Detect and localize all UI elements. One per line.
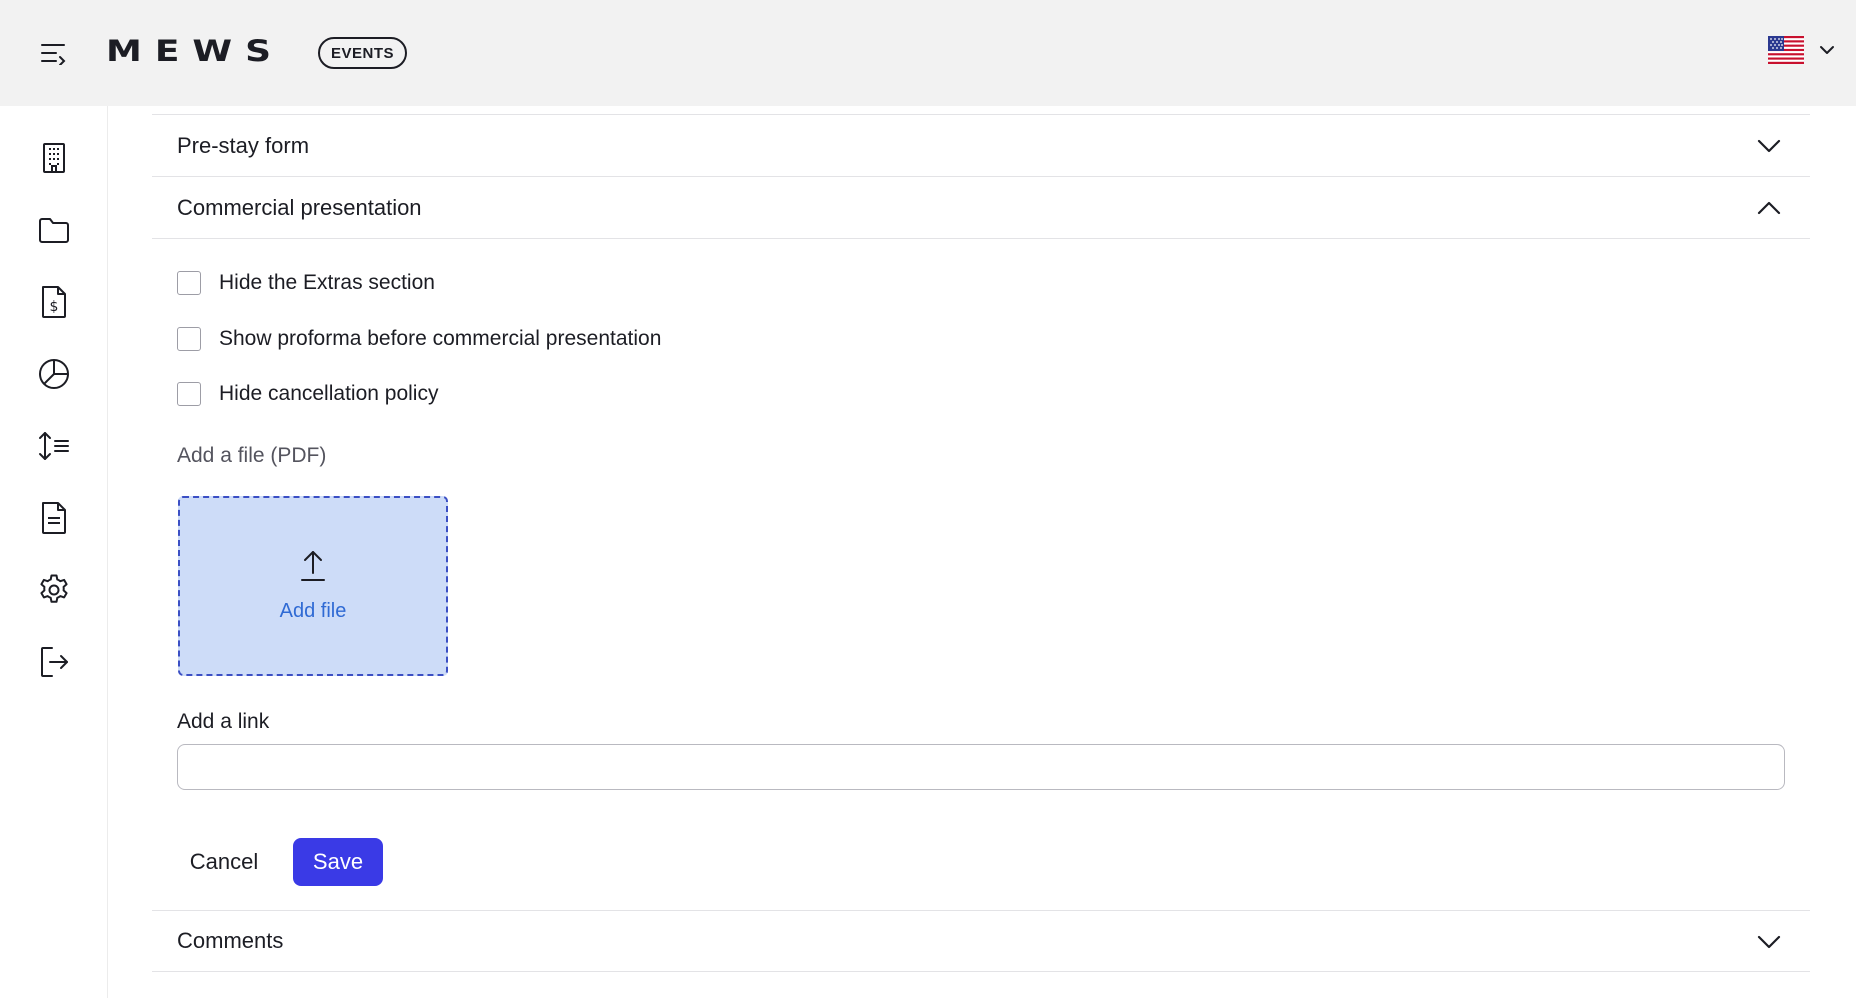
- cancel-button[interactable]: Cancel: [178, 838, 270, 886]
- link-input[interactable]: [177, 744, 1785, 790]
- section-commercial-presentation[interactable]: Commercial presentation: [152, 177, 1810, 239]
- checkbox[interactable]: [177, 382, 201, 406]
- sidebar-item-sorting[interactable]: [34, 428, 74, 468]
- section-title: Pre-stay form: [177, 132, 310, 158]
- document-icon: [40, 501, 68, 540]
- sidebar-item-properties[interactable]: [34, 140, 74, 180]
- logout-icon: [38, 645, 70, 684]
- add-file-link[interactable]: Add file: [280, 600, 347, 623]
- us-flag-icon: [1768, 35, 1804, 69]
- save-button[interactable]: Save: [293, 838, 383, 886]
- menu-collapse-icon[interactable]: [36, 38, 70, 68]
- sidebar: $: [0, 106, 108, 998]
- sidebar-item-documents[interactable]: [34, 500, 74, 540]
- checkbox-label: Hide cancellation policy: [219, 382, 439, 405]
- section-pre-stay-form[interactable]: Pre-stay form: [152, 115, 1810, 177]
- upload-icon: [298, 549, 328, 588]
- sort-list-icon: [37, 430, 71, 467]
- checkbox-label: Show proforma before commercial presenta…: [219, 327, 662, 350]
- file-dropzone[interactable]: Add file: [178, 496, 448, 676]
- section-title: Commercial presentation: [177, 194, 422, 220]
- events-badge: EVENTS: [318, 37, 408, 69]
- sidebar-item-invoices[interactable]: $: [34, 284, 74, 324]
- checkbox-show-proforma[interactable]: Show proforma before commercial presenta…: [177, 325, 661, 353]
- link-field-label: Add a link: [177, 710, 270, 733]
- checkbox[interactable]: [177, 271, 201, 295]
- language-selector[interactable]: [1768, 35, 1840, 69]
- sidebar-item-logout[interactable]: [34, 644, 74, 684]
- chevron-up-icon: [1756, 197, 1782, 219]
- chevron-down-icon: [1756, 135, 1782, 157]
- file-field-label: Add a file (PDF): [177, 444, 327, 467]
- svg-text:$: $: [50, 299, 59, 315]
- top-bar: MEWS EVENTS: [0, 0, 1856, 106]
- checkbox-label: Hide the Extras section: [219, 271, 435, 294]
- mews-logo: MEWS: [106, 34, 285, 69]
- main-content: Pre-stay form Commercial presentation Hi…: [152, 106, 1810, 998]
- section-title: Comments: [177, 928, 284, 953]
- gear-icon: [37, 573, 71, 612]
- chevron-down-icon: [1818, 43, 1836, 61]
- sidebar-item-folders[interactable]: [34, 212, 74, 252]
- checkbox-hide-extras[interactable]: Hide the Extras section: [177, 269, 435, 297]
- building-icon: [39, 142, 69, 179]
- chevron-down-icon: [1756, 931, 1782, 953]
- pie-chart-icon: [37, 357, 71, 396]
- folder-icon: [38, 216, 70, 249]
- invoice-icon: $: [40, 285, 68, 324]
- sidebar-item-reports[interactable]: [34, 356, 74, 396]
- checkbox[interactable]: [177, 327, 201, 351]
- section-comments[interactable]: Comments: [152, 910, 1810, 972]
- checkbox-hide-cancellation[interactable]: Hide cancellation policy: [177, 380, 438, 408]
- sidebar-item-settings[interactable]: [34, 572, 74, 612]
